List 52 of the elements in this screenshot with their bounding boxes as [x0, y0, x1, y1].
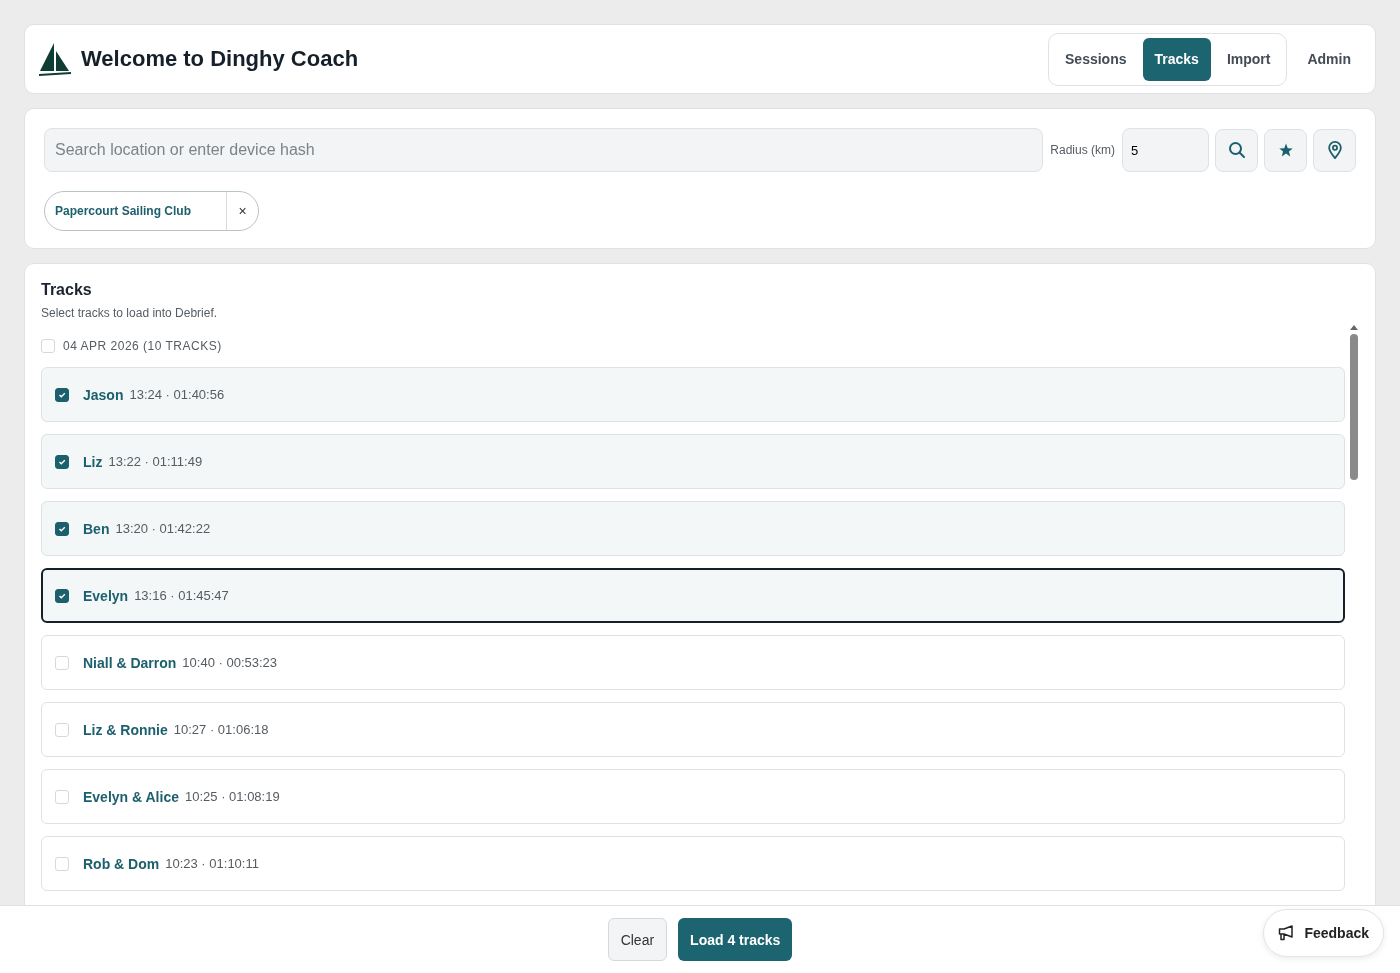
track-time: 13:16 · 01:45:47: [134, 588, 229, 603]
feedback-button[interactable]: Feedback: [1263, 909, 1384, 957]
track-time: 13:24 · 01:40:56: [129, 387, 225, 402]
track-checkbox[interactable]: [55, 588, 69, 603]
track-row[interactable]: Evelyn & Alice 10:25 · 01:08:19: [41, 769, 1345, 824]
track-time: 10:25 · 01:08:19: [185, 789, 280, 804]
track-time: 13:20 · 01:42:22: [115, 521, 211, 536]
map-pin-icon: [1326, 141, 1343, 159]
section-subtitle: Select tracks to load into Debrief.: [41, 306, 219, 320]
chip-label: Papercourt Sailing Club: [45, 192, 228, 230]
sailboat-logo-icon: [37, 41, 73, 77]
track-row[interactable]: Evelyn 13:16 · 01:45:47: [41, 568, 1345, 623]
admin-link[interactable]: Admin: [1295, 37, 1363, 81]
radius-field[interactable]: 5: [1122, 128, 1209, 172]
track-time: 10:27 · 01:06:18: [173, 722, 269, 737]
clear-button[interactable]: Clear: [607, 918, 668, 961]
date-group-label: 04 APR 2026 (10 TRACKS): [63, 339, 222, 353]
track-name: Evelyn: [83, 587, 129, 604]
nav-tab[interactable]: Sessions: [1053, 37, 1139, 81]
track-row[interactable]: Liz 13:22 · 01:11:49: [41, 434, 1345, 489]
track-name: Rob & Dom: [83, 855, 160, 872]
track-name: Liz: [83, 453, 103, 470]
track-name: Evelyn & Alice: [83, 788, 179, 805]
nav-tab[interactable]: Import: [1214, 37, 1283, 81]
search-field[interactable]: Search location or enter device hash: [44, 128, 1044, 172]
section-title: Tracks: [41, 281, 93, 299]
track-time: 10:40 · 00:53:23: [182, 655, 278, 670]
favorite-button[interactable]: [1264, 128, 1307, 172]
track-name: Ben: [83, 520, 110, 537]
star-icon: [1278, 143, 1293, 157]
track-row[interactable]: Ben 13:20 · 01:42:22: [41, 501, 1345, 556]
track-name: Liz & Ronnie: [83, 721, 168, 738]
track-checkbox[interactable]: [55, 521, 69, 536]
track-time: 10:23 · 01:10:11: [165, 856, 259, 871]
search-button[interactable]: [1215, 128, 1258, 172]
nav-tab[interactable]: Tracks: [1142, 37, 1211, 81]
track-checkbox[interactable]: [55, 387, 69, 402]
app-title: Welcome to Dinghy Coach: [81, 46, 359, 72]
location-button[interactable]: [1313, 128, 1356, 172]
track-name: Niall & Darron: [83, 654, 177, 671]
track-row[interactable]: Jason 13:24 · 01:40:56: [41, 367, 1345, 422]
track-checkbox[interactable]: [55, 454, 69, 469]
search-icon: [1227, 141, 1246, 159]
track-row[interactable]: Rob & Dom 10:23 · 01:10:11: [41, 836, 1345, 891]
load-tracks-button[interactable]: Load 4 tracks: [678, 918, 793, 961]
chip-remove-button[interactable]: ×: [227, 192, 259, 230]
track-row[interactable]: Niall & Darron 10:40 · 00:53:23: [41, 635, 1345, 690]
track-name: Jason: [83, 386, 124, 403]
track-row[interactable]: Liz & Ronnie 10:27 · 01:06:18: [41, 702, 1345, 757]
track-time: 13:22 · 01:11:49: [108, 454, 203, 469]
radius-label: Radius (km): [1050, 143, 1115, 157]
group-checkbox[interactable]: [41, 339, 55, 353]
